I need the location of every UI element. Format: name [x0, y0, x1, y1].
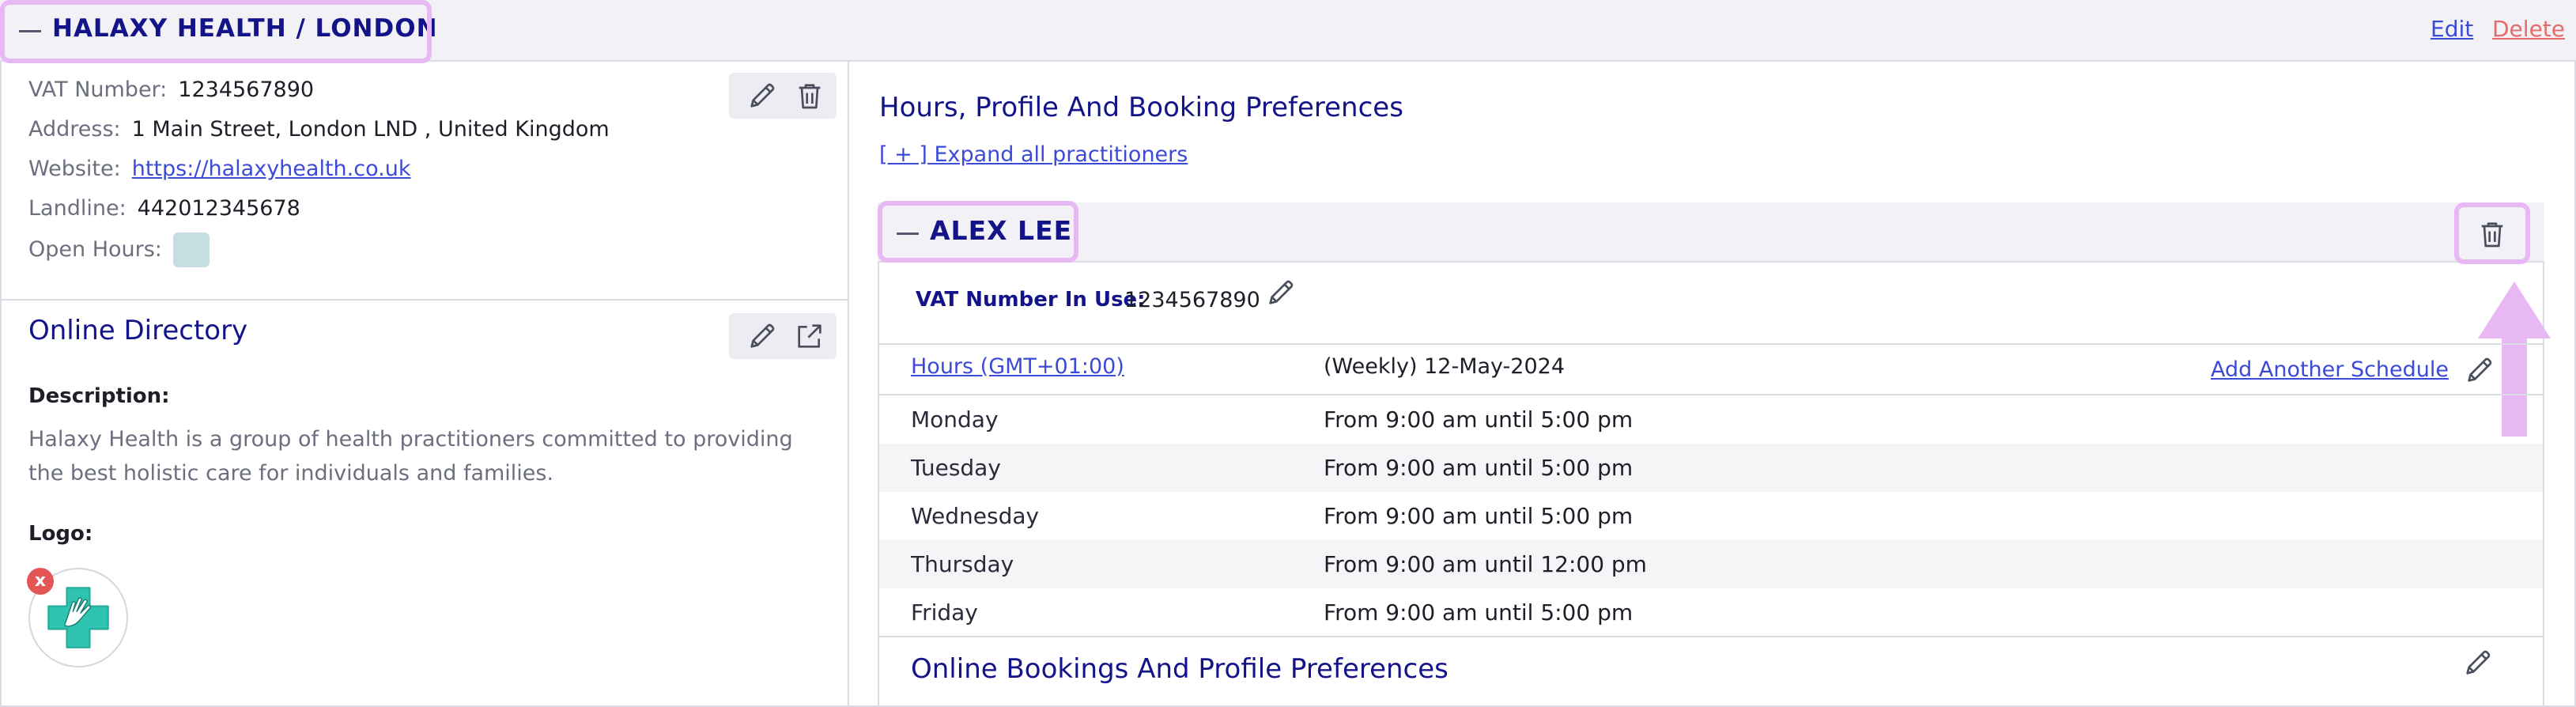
landline-value: 442012345678 — [137, 196, 300, 221]
vat-in-use-value: 1234567890 — [1124, 288, 1260, 312]
website-link[interactable]: https://halaxyhealth.co.uk — [132, 157, 411, 181]
pencil-icon[interactable] — [746, 80, 778, 112]
day-name: Friday — [911, 599, 978, 626]
delete-link[interactable]: Delete — [2492, 16, 2565, 42]
day-name: Thursday — [911, 551, 1014, 577]
bookings-title: Online Bookings And Profile Preferences — [911, 653, 1449, 685]
org-title-highlight — [0, 0, 432, 63]
hours-timezone-link[interactable]: Hours (GMT+01:00) — [911, 354, 1124, 379]
expand-all-link[interactable]: [ + ] Expand all practitioners — [879, 142, 1188, 167]
day-hours: From 9:00 am until 5:00 pm — [1324, 406, 1634, 433]
schedule-label: (Weekly) 12-May-2024 — [1324, 354, 1566, 379]
schedule-row: Tuesday From 9:00 am until 5:00 pm — [879, 444, 2543, 492]
address-row: Address: 1 Main Street, London LND , Unit… — [28, 117, 610, 142]
open-hours-swatch[interactable] — [172, 233, 210, 267]
website-row: Website: https://halaxyhealth.co.uk — [28, 157, 410, 181]
practitioner-name-highlight — [878, 201, 1078, 263]
vat-in-use-label: VAT Number In Use: — [916, 288, 1146, 312]
preferences-title: Hours, Profile And Booking Preferences — [879, 92, 1403, 123]
schedule-row: Friday From 9:00 am until 5:00 pm — [879, 588, 2543, 637]
add-schedule-link[interactable]: Add Another Schedule — [2211, 357, 2449, 382]
landline-label: Landline: — [28, 196, 127, 221]
trash-highlight — [2454, 202, 2530, 264]
day-name: Tuesday — [911, 455, 1001, 481]
address-value: 1 Main Street, London LND , United Kingd… — [131, 117, 610, 142]
external-link-icon[interactable] — [794, 320, 825, 352]
remove-logo-button[interactable]: x — [27, 568, 54, 595]
schedule-row: Wednesday From 9:00 am until 5:00 pm — [879, 492, 2543, 540]
open-hours-row: Open Hours: — [28, 233, 210, 267]
vat-value: 1234567890 — [178, 78, 315, 102]
pencil-icon[interactable] — [1265, 277, 1297, 308]
schedule-row: Monday From 9:00 am until 5:00 pm — [879, 395, 2543, 444]
day-hours: From 9:00 am until 5:00 pm — [1324, 455, 1634, 481]
online-directory-title: Online Directory — [28, 315, 248, 346]
edit-link[interactable]: Edit — [2431, 16, 2473, 42]
vat-row: VAT Number: 1234567890 — [28, 78, 314, 102]
column-divider — [848, 62, 849, 707]
open-hours-label: Open Hours: — [28, 236, 162, 262]
address-label: Address: — [28, 117, 121, 142]
day-hours: From 9:00 am until 5:00 pm — [1324, 503, 1634, 529]
directory-actions — [729, 313, 837, 359]
org-info-actions — [729, 73, 837, 119]
left-section-separator — [0, 299, 848, 301]
website-label: Website: — [28, 157, 121, 181]
description-label: Description: — [28, 384, 170, 408]
day-hours: From 9:00 am until 5:00 pm — [1324, 599, 1634, 626]
logo-label: Logo: — [28, 522, 93, 546]
pencil-icon[interactable] — [746, 320, 778, 352]
practitioner-header — [878, 202, 2544, 263]
day-name: Wednesday — [911, 503, 1040, 529]
schedule-row: Thursday From 9:00 am until 12:00 pm — [879, 540, 2543, 588]
pencil-icon[interactable] — [2462, 647, 2494, 679]
day-hours: From 9:00 am until 12:00 pm — [1324, 551, 1647, 577]
day-name: Monday — [911, 406, 999, 433]
landline-row: Landline: 442012345678 — [28, 196, 300, 221]
trash-icon[interactable] — [794, 80, 825, 112]
vat-label: VAT Number: — [28, 78, 168, 102]
description-text: Halaxy Health is a group of health pract… — [28, 427, 793, 486]
pencil-icon[interactable] — [2464, 354, 2495, 386]
